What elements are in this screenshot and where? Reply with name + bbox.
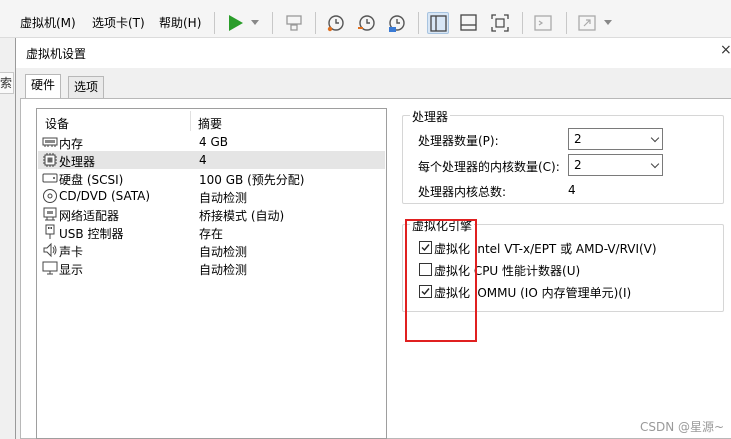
cd-dvd-icon (42, 188, 58, 204)
device-summary: 4 GB (199, 135, 228, 149)
send-keys-icon[interactable] (283, 12, 305, 34)
toolbar-separator (522, 12, 523, 34)
device-row-usb[interactable]: USB 控制器 存在 (38, 223, 385, 241)
total-cores-label: 处理器内核总数: (418, 185, 507, 199)
toolbar-separator (272, 12, 273, 34)
snapshot-manager-icon[interactable] (386, 12, 408, 34)
device-row-hard-disk[interactable]: 硬盘 (SCSI) 100 GB (预先分配) (38, 169, 385, 187)
toolbar-separator (566, 12, 567, 34)
device-summary: 自动检测 (199, 263, 248, 277)
play-dropdown-icon[interactable] (251, 20, 259, 25)
snapshot-icon[interactable] (325, 12, 347, 34)
device-row-network-adapter[interactable]: 网络适配器 桥接模式 (自动) (38, 205, 385, 223)
close-icon[interactable]: × (720, 42, 731, 58)
fullscreen-icon[interactable] (489, 12, 511, 34)
device-summary: 桥接模式 (自动) (199, 209, 285, 223)
menu-vm[interactable]: 虚拟机(M) (20, 14, 76, 31)
menu-help[interactable]: 帮助(H) (159, 14, 201, 31)
background-tab-fragment: 索 (0, 72, 14, 94)
console-view-icon[interactable] (458, 12, 480, 34)
device-name: 显示 (59, 263, 84, 277)
menubar: 虚拟机(M) 选项卡(T) 帮助(H) (0, 0, 731, 38)
dialog-title: 虚拟机设置 (26, 47, 87, 61)
device-row-processor[interactable]: 处理器 4 (38, 151, 385, 169)
column-divider[interactable] (190, 111, 191, 131)
tab-options[interactable]: 选项 (68, 76, 105, 98)
device-name: 网络适配器 (59, 209, 120, 223)
device-name: 声卡 (59, 245, 84, 259)
cores-per-processor-select[interactable]: 2 (568, 154, 663, 176)
vm-settings-dialog: 虚拟机设置 × 硬件 选项 设备 摘要 内存 4 GB 处理器 4 硬盘 (SC… (15, 38, 731, 439)
toolbar-separator (214, 12, 215, 34)
single-view-icon[interactable] (427, 12, 449, 34)
column-header-summary[interactable]: 摘要 (198, 115, 222, 132)
device-summary: 4 (199, 153, 207, 167)
device-row-display[interactable]: 显示 自动检测 (38, 259, 385, 277)
processor-icon (42, 152, 58, 168)
device-summary: 自动检测 (199, 245, 248, 259)
device-name: 内存 (59, 137, 84, 151)
column-header-device[interactable]: 设备 (45, 115, 69, 132)
stretch-icon[interactable] (576, 12, 598, 34)
device-summary: 自动检测 (199, 191, 248, 205)
cores-per-processor-label: 每个处理器的内核数量(C): (418, 160, 560, 174)
total-cores-value: 4 (568, 183, 576, 197)
tab-hardware[interactable]: 硬件 (25, 74, 62, 99)
toolbar-separator (315, 12, 316, 34)
stretch-dropdown-icon[interactable] (604, 20, 612, 25)
device-list[interactable]: 设备 摘要 内存 4 GB 处理器 4 硬盘 (SCSI) 100 GB (预先… (36, 108, 387, 439)
processor-count-label: 处理器数量(P): (418, 134, 499, 148)
device-name: USB 控制器 (59, 227, 124, 241)
network-adapter-icon (42, 206, 58, 222)
usb-icon (42, 224, 58, 240)
processor-group: 处理器 处理器数量(P): 2 每个处理器的内核数量(C): 2 处理器内核总数… (402, 108, 724, 204)
toolbar-separator (418, 12, 419, 34)
cores-per-processor-value: 2 (574, 158, 582, 172)
revert-snapshot-icon[interactable] (356, 12, 378, 34)
hard-disk-icon (42, 170, 58, 186)
memory-icon (42, 134, 58, 150)
device-summary: 存在 (199, 227, 224, 241)
chevron-down-icon (650, 133, 660, 143)
device-summary: 100 GB (预先分配) (199, 173, 305, 187)
processor-count-select[interactable]: 2 (568, 128, 663, 150)
device-row-memory[interactable]: 内存 4 GB (38, 133, 385, 151)
dialog-titlebar: 虚拟机设置 × (16, 38, 731, 68)
watermark: CSDN @星源~ (640, 420, 725, 434)
device-row-sound-card[interactable]: 声卡 自动检测 (38, 241, 385, 259)
processor-group-title: 处理器 (410, 108, 451, 125)
device-name: 硬盘 (SCSI) (59, 173, 124, 187)
menu-tabs[interactable]: 选项卡(T) (92, 14, 145, 31)
play-icon[interactable] (224, 12, 246, 34)
device-name: 处理器 (59, 155, 96, 169)
sound-card-icon (42, 242, 58, 258)
terminal-icon[interactable] (532, 12, 554, 34)
processor-count-value: 2 (574, 132, 582, 146)
highlight-annotation (405, 219, 477, 342)
device-name: CD/DVD (SATA) (59, 189, 151, 203)
display-icon (42, 260, 58, 276)
device-row-cd-dvd[interactable]: CD/DVD (SATA) 自动检测 (38, 187, 385, 205)
chevron-down-icon (650, 159, 660, 169)
